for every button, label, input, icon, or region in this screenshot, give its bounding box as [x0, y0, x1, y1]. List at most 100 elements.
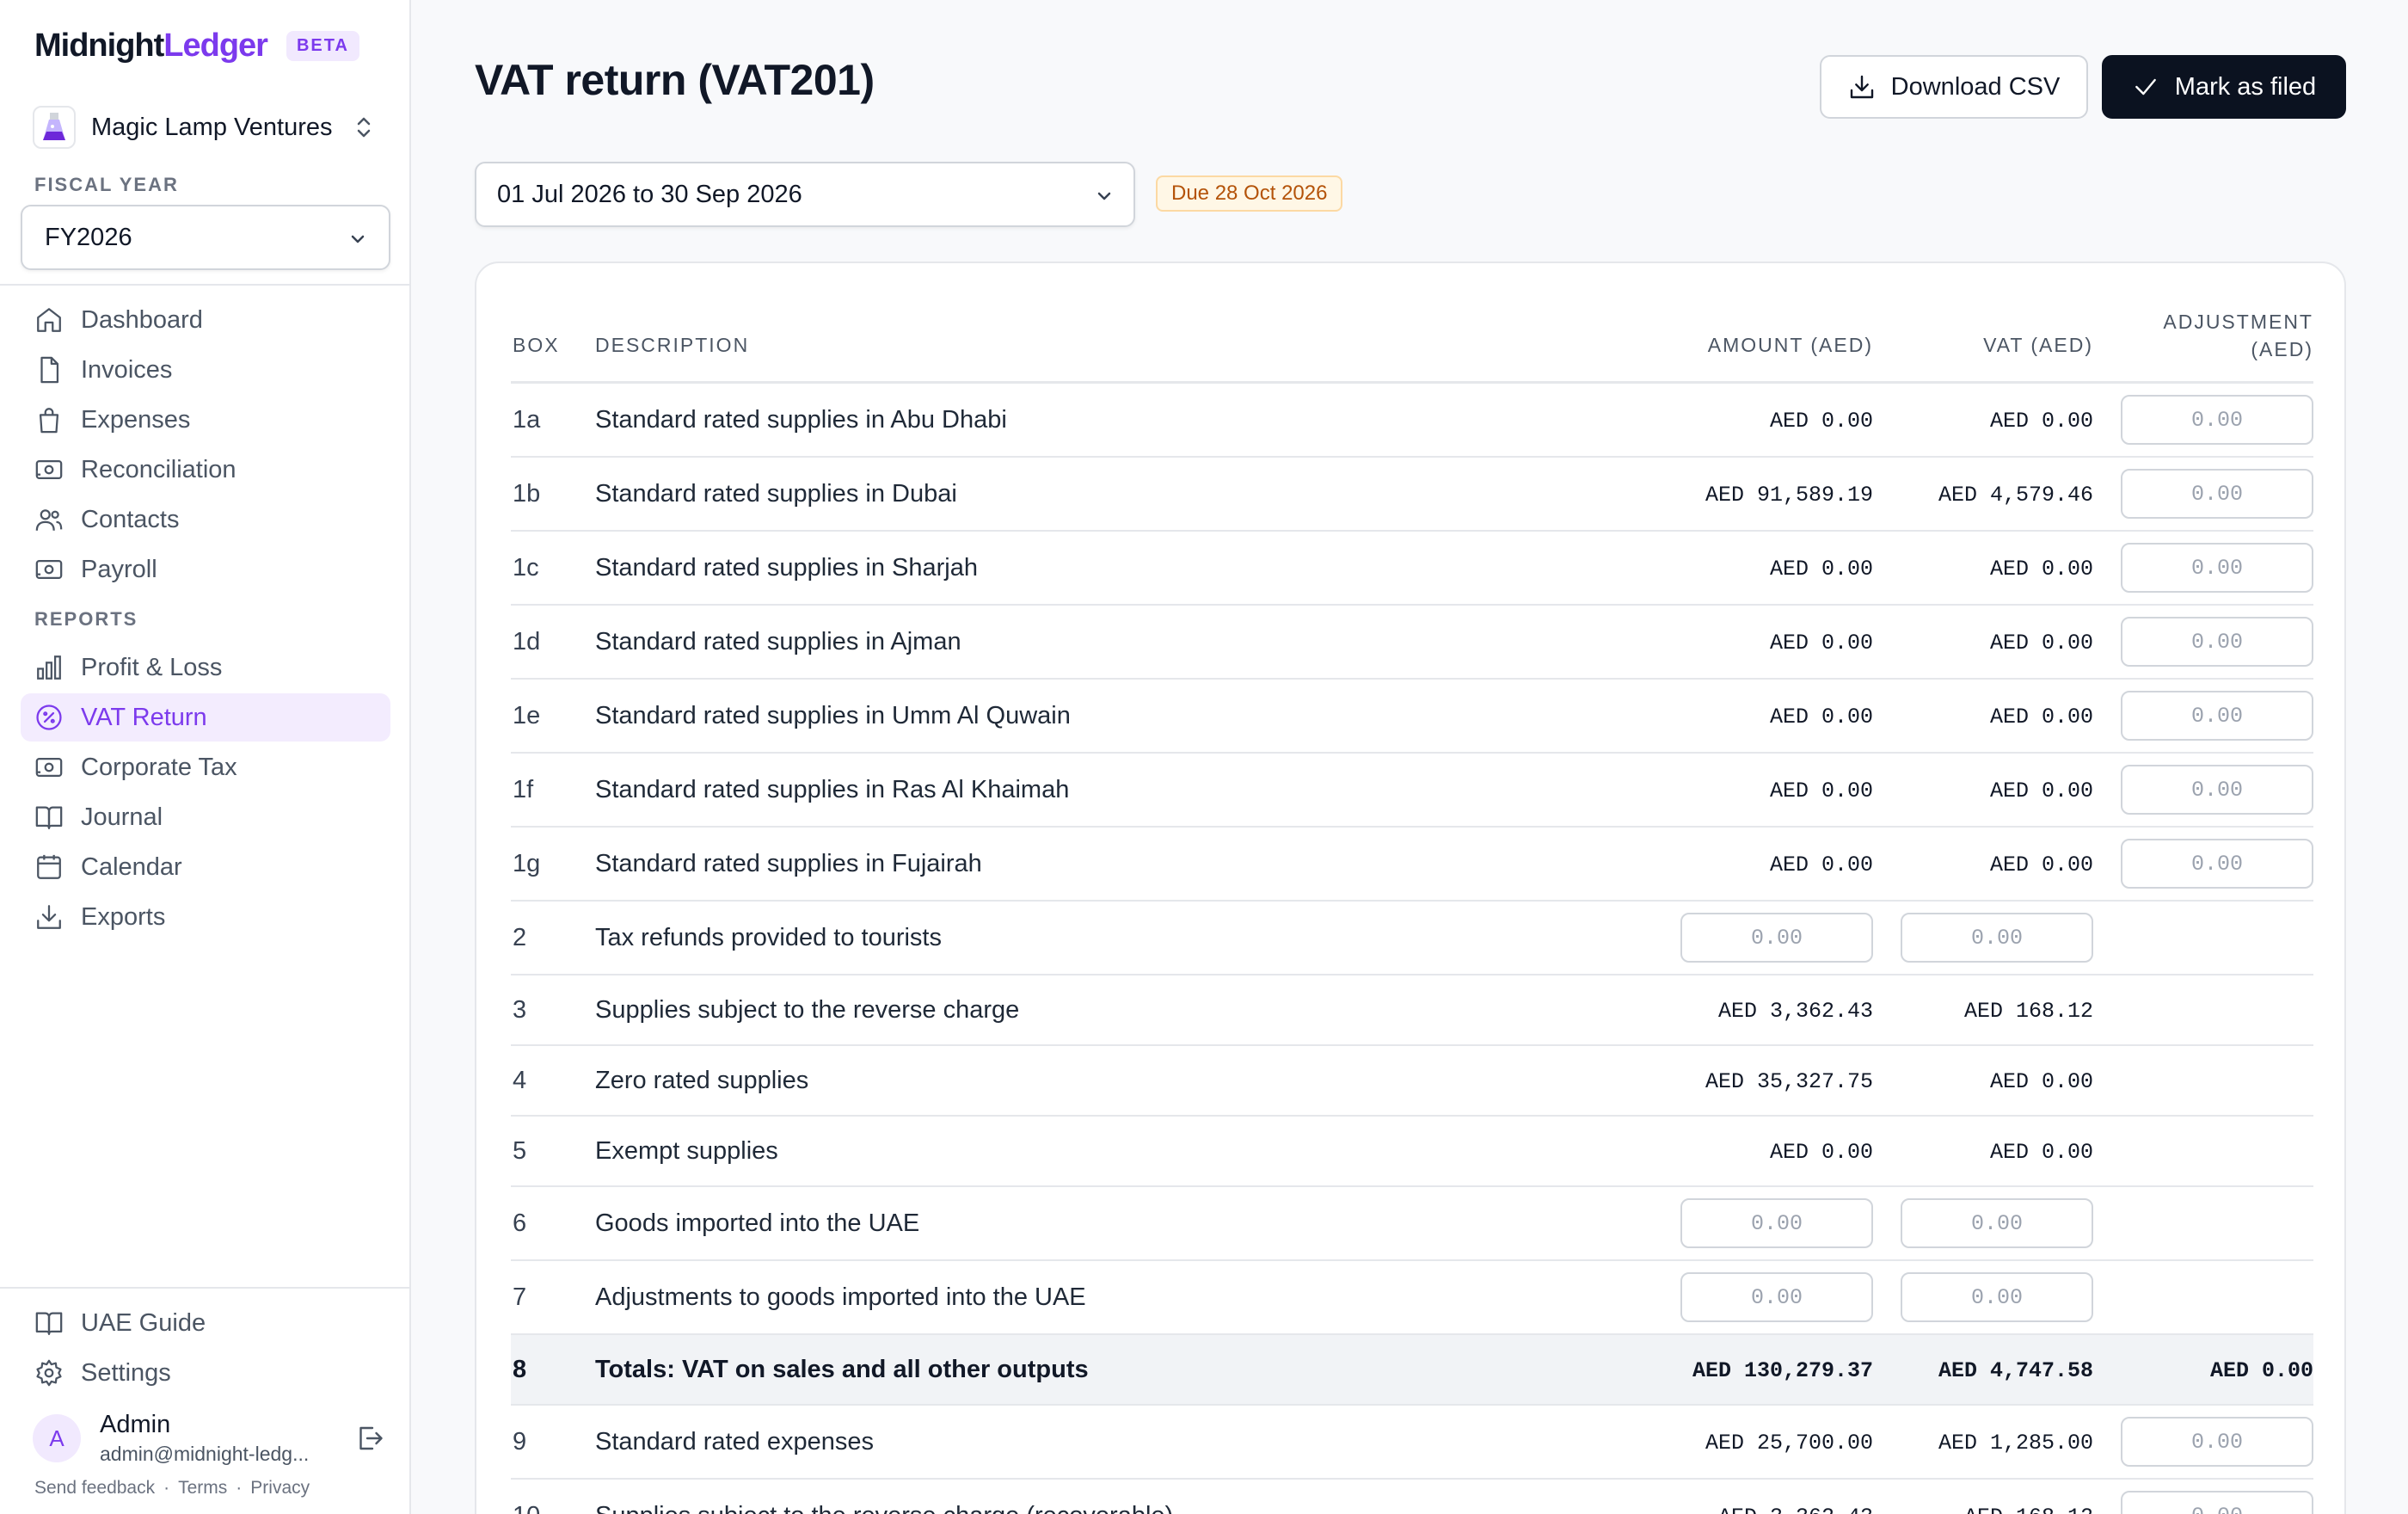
row-amount: AED 25,700.00	[1705, 1431, 1873, 1456]
send-feedback-link[interactable]: Send feedback	[34, 1478, 155, 1498]
privacy-link[interactable]: Privacy	[250, 1478, 310, 1498]
period-select[interactable]: 01 Jul 2026 to 30 Sep 2026	[475, 162, 1135, 227]
chevron-down-icon	[1097, 192, 1111, 200]
table-row: 2 Tax refunds provided to tourists	[511, 902, 2313, 975]
table-row: 10 Supplies subject to the reverse charge…	[511, 1480, 2313, 1514]
table-row: 1a Standard rated supplies in Abu Dhabi AE…	[511, 384, 2313, 458]
fiscal-year-select[interactable]: FY2026	[21, 205, 390, 270]
sidebar-divider	[0, 284, 411, 286]
sidebar-item-uae-guide[interactable]: UAE Guide	[21, 1299, 390, 1347]
table-row: 7 Adjustments to goods imported into the …	[511, 1261, 2313, 1335]
row-amount: AED 0.00	[1769, 1140, 1873, 1165]
sidebar-item-settings[interactable]: Settings	[21, 1349, 390, 1397]
row-vat: AED 4,579.46	[1938, 483, 2093, 508]
fiscal-year-value: FY2026	[45, 223, 132, 251]
row-description: Exempt supplies	[595, 1137, 778, 1165]
terms-link[interactable]: Terms	[178, 1478, 227, 1498]
company-logo-icon	[33, 106, 76, 149]
row-vat: AED 0.00	[1989, 705, 2093, 729]
table-header: BOX DESCRIPTION AMOUNT (AED) VAT (AED) A…	[511, 308, 2313, 384]
home-icon	[37, 308, 61, 332]
brand[interactable]: MidnightLedger BETA	[34, 28, 359, 65]
amount-input[interactable]	[1680, 1272, 1873, 1322]
sidebar-item-exports[interactable]: Exports	[21, 893, 390, 941]
due-date-badge: Due 28 Oct 2026	[1156, 175, 1343, 212]
sidebar-item-journal[interactable]: Journal	[21, 793, 390, 841]
table-row: 1b Standard rated supplies in Dubai AED 91…	[511, 458, 2313, 532]
adjustment-input[interactable]	[2121, 617, 2313, 667]
download-csv-button[interactable]: Download CSV	[1820, 55, 2088, 119]
adjustment-input[interactable]	[2121, 395, 2313, 445]
adjustment-input[interactable]	[2121, 1417, 2313, 1467]
sidebar-item-contacts[interactable]: Contacts	[21, 495, 390, 544]
row-description: Tax refunds provided to tourists	[595, 924, 942, 951]
reports-section-label: REPORTS	[34, 608, 138, 630]
row-amount: AED 0.00	[1769, 779, 1873, 803]
row-amount: AED 3,362.43	[1718, 1505, 1873, 1514]
column-header-amount: AMOUNT (AED)	[1707, 334, 1873, 356]
banknote-icon	[35, 757, 63, 778]
shopping-bag-icon	[39, 408, 59, 434]
row-description: Goods imported into the UAE	[595, 1209, 920, 1237]
sidebar-item-invoices[interactable]: Invoices	[21, 346, 390, 394]
sidebar-item-corporate-tax[interactable]: Corporate Tax	[21, 743, 390, 791]
sidebar-item-reconciliation[interactable]: Reconciliation	[21, 446, 390, 494]
book-icon	[35, 1312, 63, 1335]
column-header-vat: VAT (AED)	[1983, 334, 2093, 356]
row-box-number: 1d	[513, 628, 541, 655]
banknote-icon	[35, 559, 63, 580]
bar-chart-icon	[37, 655, 61, 680]
row-description: Standard rated supplies in Ajman	[595, 628, 961, 655]
row-amount: AED 35,327.75	[1705, 1069, 1873, 1094]
row-vat: AED 168.12	[1964, 1505, 2093, 1514]
sidebar-item-payroll[interactable]: Payroll	[21, 545, 390, 594]
row-description: Standard rated supplies in Fujairah	[595, 850, 982, 877]
adjustment-input[interactable]	[2121, 765, 2313, 815]
mark-as-filed-button[interactable]: Mark as filed	[2102, 55, 2346, 119]
row-description: Zero rated supplies	[595, 1067, 809, 1094]
table-row-total: 8 Totals: VAT on sales and all other outp…	[511, 1335, 2313, 1406]
row-box-number: 2	[513, 924, 527, 951]
sidebar-item-expenses[interactable]: Expenses	[21, 396, 390, 444]
adjustment-input[interactable]	[2121, 691, 2313, 741]
adjustment-input[interactable]	[2121, 839, 2313, 889]
sidebar-item-dashboard[interactable]: Dashboard	[21, 296, 390, 344]
row-box-number: 1b	[513, 480, 541, 508]
row-amount: AED 3,362.43	[1717, 999, 1873, 1024]
adjustment-input[interactable]	[2121, 543, 2313, 593]
row-description: Standard rated supplies in Abu Dhabi	[595, 406, 1007, 434]
vat-input[interactable]	[1901, 1198, 2093, 1248]
avatar: A	[33, 1414, 81, 1462]
column-header-box: BOX	[513, 334, 560, 356]
row-box-number: 1g	[513, 850, 541, 877]
vat-return-table-card: BOX DESCRIPTION AMOUNT (AED) VAT (AED) A…	[475, 262, 2346, 1514]
amount-input[interactable]	[1680, 1198, 1873, 1248]
row-box-number: 8	[513, 1356, 527, 1383]
vat-input[interactable]	[1901, 913, 2093, 963]
row-vat: AED 0.00	[1989, 631, 2093, 655]
row-amount: AED 0.00	[1769, 409, 1873, 434]
row-amount: AED 91,589.19	[1705, 483, 1873, 508]
row-box-number: 1a	[513, 406, 541, 434]
footer-links: Send feedback · Terms · Privacy	[34, 1478, 310, 1498]
adjustment-input[interactable]	[2121, 1491, 2313, 1514]
company-switcher[interactable]: Magic Lamp Ventures	[33, 103, 377, 151]
row-amount: AED 0.00	[1769, 557, 1873, 582]
row-vat: AED 0.00	[1989, 409, 2093, 434]
company-name: Magic Lamp Ventures	[91, 113, 333, 141]
chevrons-up-down-icon	[357, 117, 371, 138]
chevron-down-icon	[351, 235, 365, 243]
logout-icon[interactable]	[354, 1423, 385, 1454]
calendar-icon	[37, 854, 61, 879]
vat-input[interactable]	[1901, 1272, 2093, 1322]
user-email: admin@midnight-ledg...	[100, 1443, 310, 1465]
table-row: 1g Standard rated supplies in Fujairah AED…	[511, 828, 2313, 902]
sidebar-item-vat-return[interactable]: VAT Return	[21, 693, 390, 742]
sidebar-item-calendar[interactable]: Calendar	[21, 843, 390, 891]
user-profile[interactable]: A Admin admin@midnight-ledg...	[33, 1407, 385, 1469]
amount-input[interactable]	[1680, 913, 1873, 963]
sidebar-divider	[0, 1287, 411, 1289]
book-icon	[35, 806, 63, 829]
adjustment-input[interactable]	[2121, 469, 2313, 519]
sidebar-item-profit-loss[interactable]: Profit & Loss	[21, 643, 390, 692]
